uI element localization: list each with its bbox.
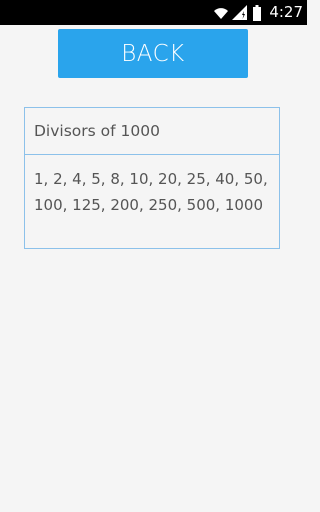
card-title: Divisors of 1000 — [25, 108, 279, 155]
signal-icon — [232, 5, 248, 20]
status-icons: 4:27 — [214, 0, 303, 25]
status-time: 4:27 — [269, 3, 303, 21]
status-bar: 4:27 — [0, 0, 307, 25]
battery-icon — [253, 4, 262, 21]
divisors-card: Divisors of 1000 1, 2, 4, 5, 8, 10, 20, … — [24, 107, 280, 249]
divisors-list: 1, 2, 4, 5, 8, 10, 20, 25, 40, 50, 100, … — [34, 170, 268, 214]
back-button[interactable]: BACK — [58, 29, 248, 78]
wifi-icon — [214, 7, 229, 19]
